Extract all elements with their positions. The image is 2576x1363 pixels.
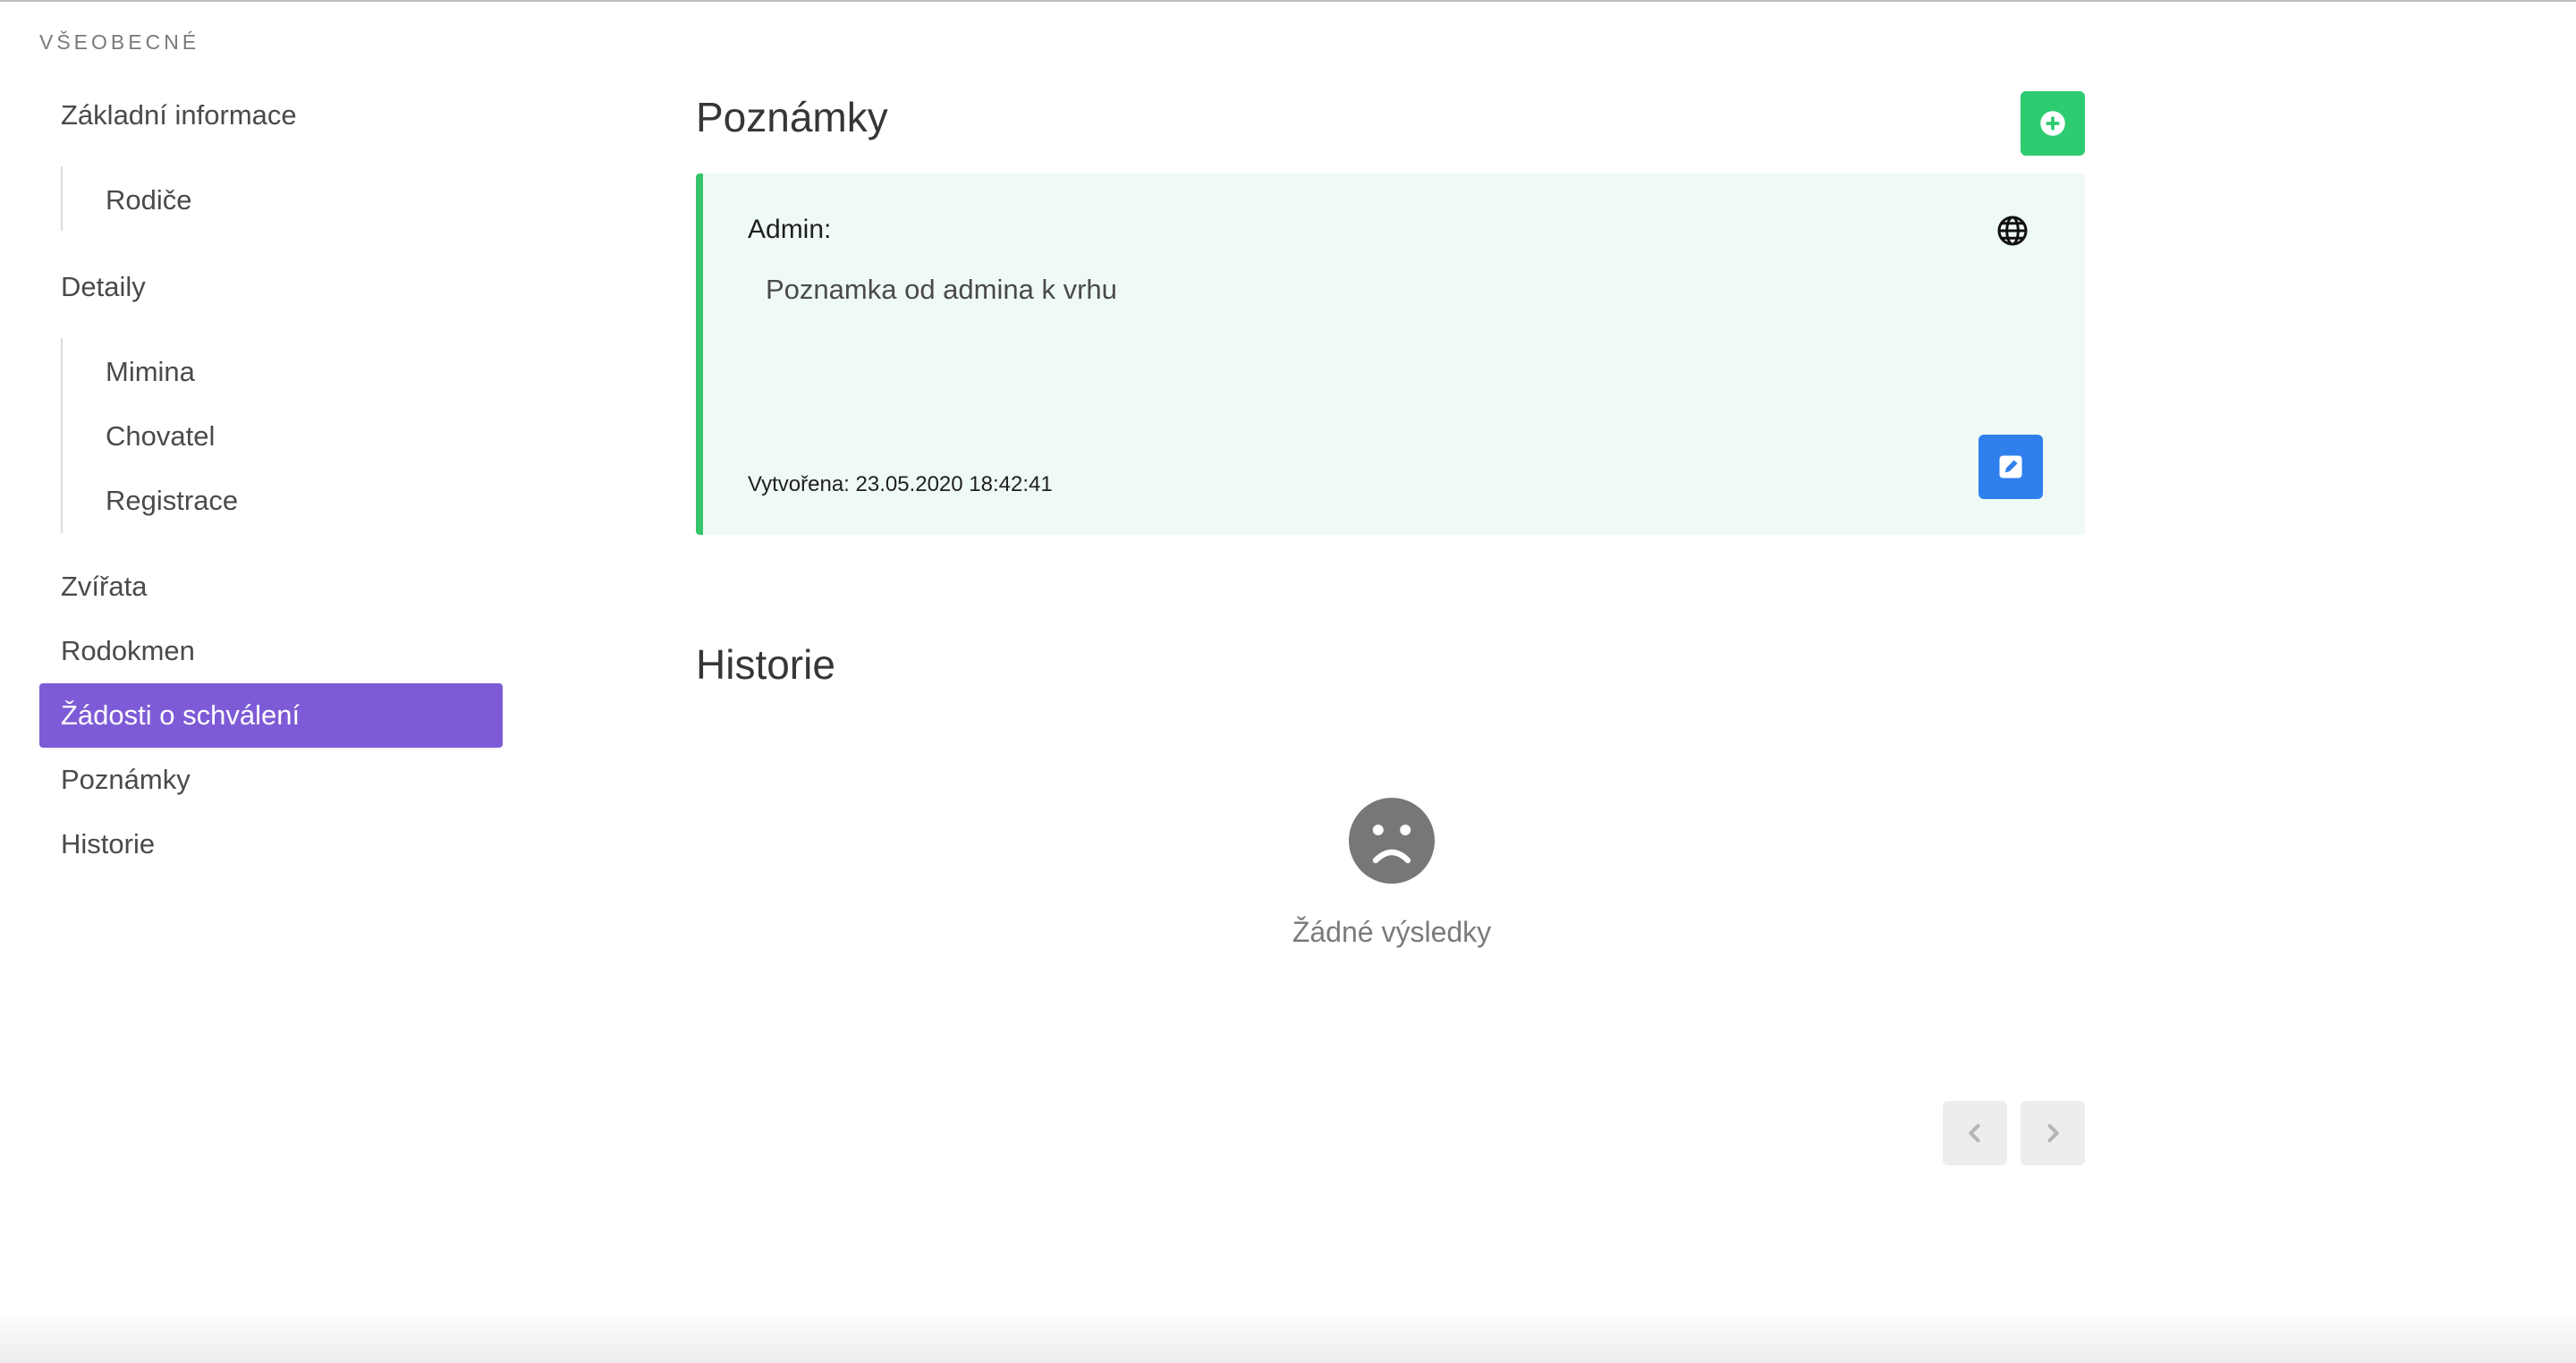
note-author: Admin: xyxy=(748,215,832,244)
note-created-date: Vytvořena: 23.05.2020 18:42:41 xyxy=(748,472,1053,496)
sidebar-item-detaily[interactable]: Detaily xyxy=(39,255,503,319)
pagination-next-button[interactable] xyxy=(2021,1101,2085,1165)
note-text: Poznamka od admina k vrhu xyxy=(766,274,1117,305)
notes-title: Poznámky xyxy=(696,94,888,140)
menu-section-label: VŠEOBECNÉ xyxy=(39,30,200,54)
chevron-left-icon xyxy=(1969,1123,1980,1143)
note-card: Admin: Poznamka od admina k vrhu Vytvoře… xyxy=(696,174,2085,535)
sidebar-subitem-mimina[interactable]: Mimina xyxy=(63,345,195,399)
top-border xyxy=(0,0,2576,2)
sidebar-item-zadosti-o-schvaleni[interactable]: Žádosti o schválení xyxy=(39,683,503,748)
sidebar-subitem-rodice[interactable]: Rodiče xyxy=(63,174,192,227)
sidebar-subitem-chovatel[interactable]: Chovatel xyxy=(63,410,215,463)
history-title: Historie xyxy=(696,641,835,688)
sad-face-icon xyxy=(1349,798,1435,884)
sidebar-item-zvirata[interactable]: Zvířata xyxy=(39,555,503,619)
bottom-shadow xyxy=(0,1309,2576,1363)
edit-icon xyxy=(1999,455,2022,478)
empty-state: Žádné výsledky xyxy=(1213,798,1571,949)
sidebar-item-historie[interactable]: Historie xyxy=(39,812,503,876)
edit-note-button[interactable] xyxy=(1979,435,2043,499)
add-note-button[interactable] xyxy=(2021,91,2085,156)
sidebar-item-zakladni-informace[interactable]: Základní informace xyxy=(39,83,503,148)
sidebar-item-rodokmen[interactable]: Rodokmen xyxy=(39,619,503,683)
globe-icon xyxy=(1997,216,2028,246)
sidebar-item-poznamky[interactable]: Poznámky xyxy=(39,748,503,812)
plus-circle-icon xyxy=(2040,111,2065,136)
empty-results-text: Žádné výsledky xyxy=(1292,916,1492,948)
chevron-right-icon xyxy=(2047,1123,2059,1143)
sidebar-subitem-registrace[interactable]: Registrace xyxy=(63,474,238,528)
pagination-previous-button[interactable] xyxy=(1943,1101,2007,1165)
